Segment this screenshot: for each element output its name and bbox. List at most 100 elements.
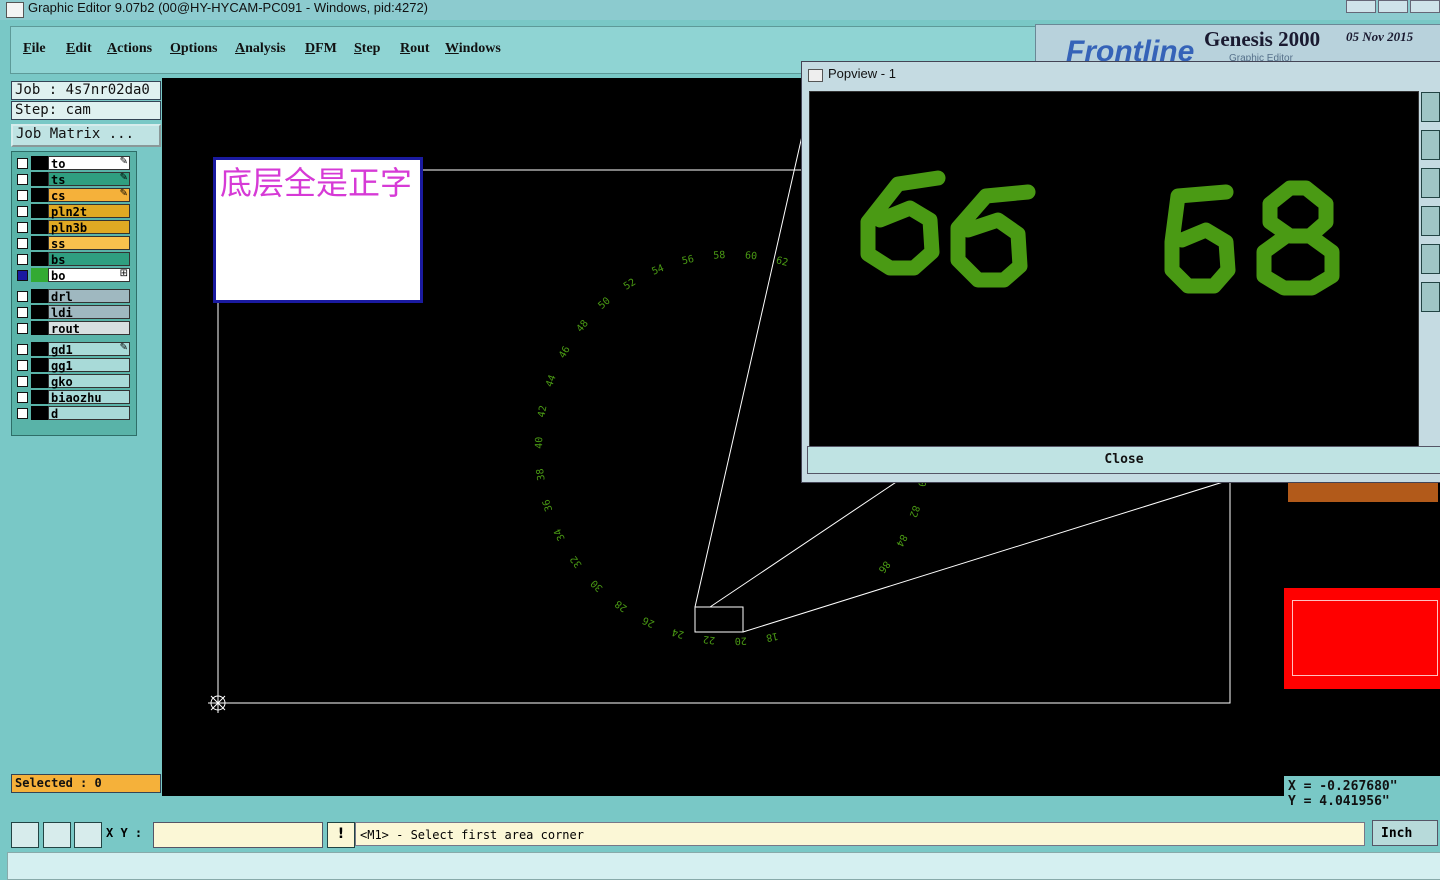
pv-tool-2-icon[interactable]	[1421, 130, 1440, 160]
menu-options[interactable]: Options	[170, 41, 217, 57]
layer-color-swatch[interactable]	[31, 321, 48, 335]
layer-checkbox[interactable]	[17, 238, 28, 249]
layer-color-swatch[interactable]	[31, 252, 48, 266]
layer-name[interactable]: biaozhu	[48, 390, 130, 405]
layer-color-swatch[interactable]	[31, 289, 48, 303]
layer-row-gg1[interactable]: gg1	[14, 358, 132, 373]
layer-color-swatch[interactable]	[31, 390, 48, 404]
layer-row-rout[interactable]: rout	[14, 321, 132, 336]
menu-analysis[interactable]: Analysis	[235, 41, 286, 57]
layer-name[interactable]: bo	[48, 268, 130, 283]
layer-color-swatch[interactable]	[31, 406, 48, 420]
pv-tool-4-icon[interactable]	[1421, 206, 1440, 236]
layer-edit-icon: ✎	[119, 188, 128, 199]
job-matrix-button[interactable]: Job Matrix ...	[11, 124, 161, 147]
layer-checkbox[interactable]	[17, 222, 28, 233]
layer-name[interactable]: pln3b	[48, 220, 130, 235]
pv-tool-5-icon[interactable]	[1421, 244, 1440, 274]
layer-row-d[interactable]: d	[14, 406, 132, 421]
layer-row-cs[interactable]: cs ✎	[14, 188, 132, 203]
close-window-button[interactable]	[1410, 0, 1440, 13]
layer-color-swatch[interactable]	[31, 305, 48, 319]
layer-color-swatch[interactable]	[31, 220, 48, 234]
layer-name[interactable]: cs	[48, 188, 130, 203]
menu-file[interactable]: File	[23, 41, 46, 57]
layer-row-gko[interactable]: gko	[14, 374, 132, 389]
build-date: 05 Nov 2015	[1346, 29, 1414, 44]
layer-name[interactable]: drl	[48, 289, 130, 304]
layer-name[interactable]: rout	[48, 321, 130, 336]
grid-icon[interactable]	[74, 822, 102, 848]
layer-row-gd1[interactable]: gd1 ✎	[14, 342, 132, 357]
layer-row-pln2t[interactable]: pln2t	[14, 204, 132, 219]
pv-tool-3-icon[interactable]	[1421, 168, 1440, 198]
status-message: <M1> - Select first area corner	[355, 822, 1365, 846]
layer-name[interactable]: ts	[48, 172, 130, 187]
layer-name[interactable]: to	[48, 156, 130, 171]
layer-color-swatch[interactable]	[31, 188, 48, 202]
layer-color-swatch[interactable]	[31, 342, 48, 356]
menu-edit[interactable]: Edit	[66, 41, 92, 57]
minimize-button[interactable]	[1346, 0, 1376, 13]
layer-name[interactable]: bs	[48, 252, 130, 267]
layer-row-ss[interactable]: ss	[14, 236, 132, 251]
layer-color-swatch[interactable]	[31, 268, 48, 282]
xy-label: X Y :	[106, 826, 143, 840]
dial-label: 52	[622, 277, 638, 293]
layer-checkbox[interactable]	[17, 190, 28, 201]
warning-icon[interactable]: !	[327, 822, 355, 848]
layer-color-swatch[interactable]	[31, 358, 48, 372]
layer-name[interactable]: d	[48, 406, 130, 421]
dial-label: 86	[876, 558, 892, 574]
zoom-ray-1	[694, 135, 803, 608]
layer-checkbox[interactable]	[17, 174, 28, 185]
layer-checkbox[interactable]	[17, 408, 28, 419]
units-selector[interactable]: Inch	[1372, 820, 1438, 846]
layer-checkbox[interactable]	[17, 360, 28, 371]
layer-checkbox[interactable]	[17, 323, 28, 334]
layer-row-to[interactable]: to ✎	[14, 156, 132, 171]
layer-color-swatch[interactable]	[31, 374, 48, 388]
dial-label: 22	[703, 633, 716, 645]
layer-checkbox[interactable]	[17, 291, 28, 302]
layer-name[interactable]: gg1	[48, 358, 130, 373]
layer-row-pln3b[interactable]: pln3b	[14, 220, 132, 235]
layer-row-drl[interactable]: drl	[14, 289, 132, 304]
pv-tool-1-icon[interactable]	[1421, 92, 1440, 122]
measure-icon[interactable]	[43, 822, 71, 848]
job-name: Job : 4s7nr02da0	[11, 81, 161, 100]
layer-row-bo[interactable]: bo ⊞	[14, 268, 132, 283]
layer-color-swatch[interactable]	[31, 172, 48, 186]
layer-row-bs[interactable]: bs	[14, 252, 132, 267]
layer-checkbox[interactable]	[17, 158, 28, 169]
layer-name[interactable]: gd1	[48, 342, 130, 357]
layer-color-swatch[interactable]	[31, 156, 48, 170]
layer-name[interactable]: gko	[48, 374, 130, 389]
layer-checkbox[interactable]	[17, 376, 28, 387]
menu-dfm[interactable]: DFM	[305, 41, 337, 57]
layer-color-swatch[interactable]	[31, 204, 48, 218]
layer-color-swatch[interactable]	[31, 236, 48, 250]
menu-actions[interactable]: Actions	[107, 41, 152, 57]
layer-checkbox[interactable]	[17, 344, 28, 355]
layer-checkbox[interactable]	[17, 307, 28, 318]
menu-windows[interactable]: Windows	[445, 41, 501, 57]
xy-input[interactable]	[153, 822, 323, 848]
layer-checkbox[interactable]	[17, 254, 28, 265]
layer-row-biaozhu[interactable]: biaozhu	[14, 390, 132, 405]
menu-step[interactable]: Step	[354, 41, 380, 57]
layer-checkbox[interactable]	[17, 392, 28, 403]
layer-name[interactable]: ldi	[48, 305, 130, 320]
layer-name[interactable]: ss	[48, 236, 130, 251]
layer-row-ts[interactable]: ts ✎	[14, 172, 132, 187]
maximize-button[interactable]	[1378, 0, 1408, 13]
zoom-fit-icon[interactable]	[11, 822, 39, 848]
menu-rout[interactable]: Rout	[400, 41, 430, 57]
layer-name[interactable]: pln2t	[48, 204, 130, 219]
layer-checkbox[interactable]	[17, 206, 28, 217]
layer-row-ldi[interactable]: ldi	[14, 305, 132, 320]
layer-checkbox[interactable]	[17, 270, 28, 281]
popview-close-button[interactable]: Close	[807, 446, 1440, 474]
zoom-ray-3	[742, 462, 1284, 633]
pv-tool-6-icon[interactable]	[1421, 282, 1440, 312]
